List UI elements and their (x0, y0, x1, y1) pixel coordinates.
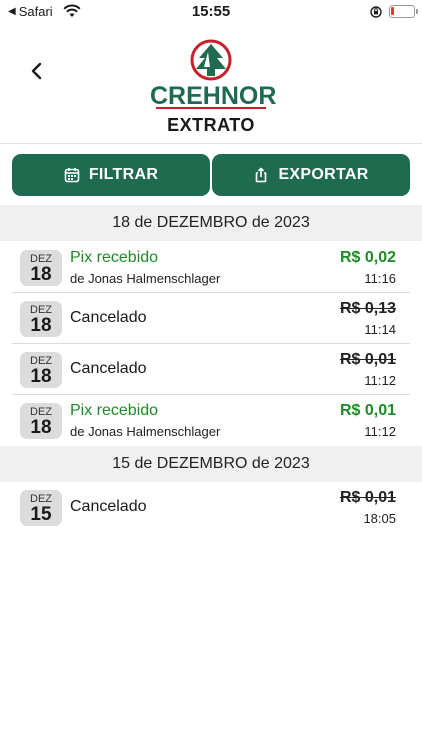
battery-icon (389, 5, 418, 18)
transaction-row[interactable]: DEZ 18 Cancelado R$ 0,01 11:12 (12, 344, 410, 395)
badge-day: 15 (30, 504, 52, 525)
crehnor-logo: CREHNOR (150, 38, 276, 110)
transaction-row[interactable]: DEZ 18 Pix recebido de Jonas Halmenschla… (12, 395, 410, 446)
badge-day: 18 (30, 315, 52, 336)
date-badge: DEZ 18 (20, 352, 62, 388)
share-icon (256, 167, 267, 183)
transaction-time: 11:14 (364, 322, 396, 337)
filter-button-label: FILTRAR (88, 166, 159, 183)
chevron-left-icon (31, 62, 42, 80)
logo-underline (156, 107, 266, 109)
badge-day: 18 (30, 264, 52, 285)
transaction-title: Cancelado (70, 309, 147, 326)
transaction-amount: R$ 0,01 (339, 489, 396, 506)
transaction-time: 11:12 (364, 424, 396, 439)
transaction-subtitle: de Jonas Halmenschlager (70, 271, 221, 286)
filter-button[interactable]: FILTRAR (12, 154, 210, 196)
export-button[interactable]: EXPORTAR (212, 154, 410, 196)
transaction-amount: R$ 0,01 (339, 402, 396, 419)
orientation-lock-icon (370, 6, 382, 18)
transaction-amount: R$ 0,13 (339, 300, 396, 317)
transaction-amount: R$ 0,02 (339, 249, 396, 266)
date-badge: DEZ 18 (20, 403, 62, 439)
badge-day: 18 (30, 417, 52, 438)
date-badge: DEZ 18 (20, 250, 62, 286)
badge-month: DEZ (30, 304, 52, 316)
transaction-time: 11:16 (364, 271, 396, 286)
battery-level (391, 7, 394, 15)
transaction-time: 18:05 (363, 511, 396, 526)
transaction-row[interactable]: DEZ 18 Pix recebido de Jonas Halmenschla… (12, 242, 410, 293)
transaction-time: 11:12 (364, 373, 396, 388)
date-badge: DEZ 15 (20, 490, 62, 526)
badge-day: 18 (30, 366, 52, 387)
page-title: EXTRATO (167, 115, 255, 135)
clock: 15:55 (191, 3, 231, 20)
date-group-header: 18 de DEZEMBRO de 2023 (0, 205, 422, 241)
logo-emblem-icon (190, 39, 232, 81)
badge-month: DEZ (30, 493, 52, 505)
transaction-title: Cancelado (70, 498, 147, 515)
status-bar: ◀ Safari 15:55 (0, 0, 422, 24)
transaction-row[interactable]: DEZ 15 Cancelado R$ 0,01 18:05 (12, 482, 410, 533)
badge-month: DEZ (30, 406, 52, 418)
transaction-title: Pix recebido (70, 402, 159, 419)
back-button[interactable] (20, 54, 54, 88)
transaction-subtitle: de Jonas Halmenschlager (70, 424, 221, 439)
transaction-row[interactable]: DEZ 18 Cancelado R$ 0,13 11:14 (12, 293, 410, 344)
export-button-label: EXPORTAR (278, 166, 369, 183)
app-header: CREHNOR EXTRATO (0, 24, 422, 144)
transaction-amount: R$ 0,01 (339, 351, 396, 368)
date-group-header: 15 de DEZEMBRO de 2023 (0, 446, 422, 482)
transaction-title: Pix recebido (70, 249, 159, 266)
date-badge: DEZ 18 (20, 301, 62, 337)
badge-month: DEZ (30, 355, 52, 367)
badge-month: DEZ (30, 253, 52, 265)
transaction-title: Cancelado (70, 360, 147, 377)
calendar-icon (64, 168, 80, 183)
